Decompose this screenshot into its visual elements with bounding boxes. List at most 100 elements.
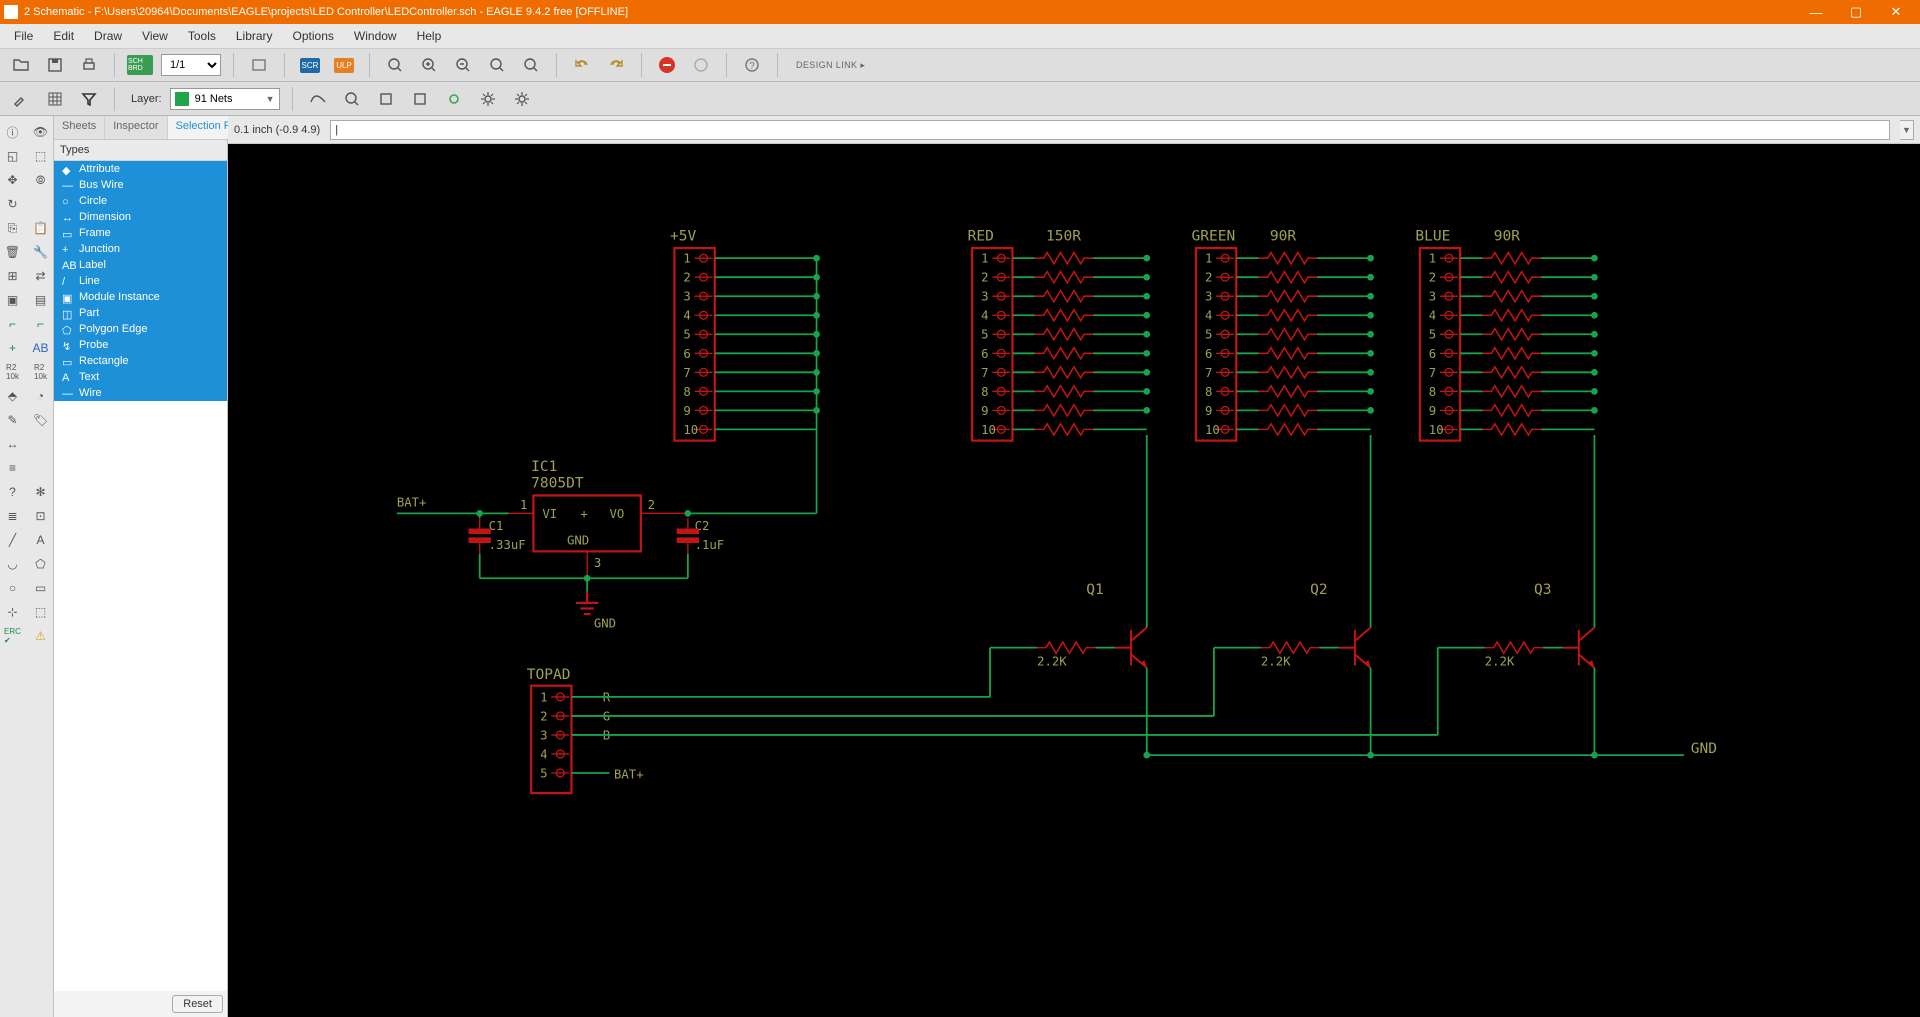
save-button[interactable] <box>42 52 68 78</box>
menu-options[interactable]: Options <box>283 26 344 46</box>
hole-tool[interactable]: ⬚ <box>28 601 54 623</box>
sch-brd-button[interactable]: SCH BRD <box>127 52 153 78</box>
menu-help[interactable]: Help <box>407 26 452 46</box>
zoom-select-button[interactable] <box>518 52 544 78</box>
copy-tool[interactable]: ⎘ <box>0 217 26 239</box>
type-part[interactable]: ◫Part <box>54 305 227 321</box>
type-module[interactable]: ▣Module Instance <box>54 289 227 305</box>
pinswap-tool[interactable]: ▤ <box>28 289 54 311</box>
show-tool[interactable]: 👁 <box>28 121 54 143</box>
type-junction[interactable]: +Junction <box>54 241 227 257</box>
rect-tool[interactable]: ▭ <box>28 577 54 599</box>
optimize-tool[interactable]: ✻ <box>28 481 54 503</box>
miter-tool-2[interactable]: ◔ <box>28 385 54 407</box>
zoom-out-button[interactable] <box>450 52 476 78</box>
type-dimension[interactable]: ↔Dimension <box>54 209 227 225</box>
gateswap-tool[interactable]: ▣ <box>0 289 26 311</box>
zoom-in-button[interactable] <box>416 52 442 78</box>
delete-tool[interactable]: 🗑 <box>0 241 26 263</box>
mark-tool[interactable]: ⬚ <box>28 145 54 167</box>
reset-button[interactable]: Reset <box>172 995 223 1013</box>
go-button[interactable] <box>688 52 714 78</box>
wirestyle-button[interactable] <box>305 86 331 112</box>
layer-dropdown[interactable]: 91 Nets ▼ <box>170 88 280 110</box>
line-tool[interactable]: ╱ <box>0 529 26 551</box>
tab-inspector[interactable]: Inspector <box>105 116 167 139</box>
undo-button[interactable] <box>569 52 595 78</box>
scr-button[interactable]: SCR <box>297 52 323 78</box>
info-tool[interactable]: ⓘ <box>0 121 26 143</box>
schematic-canvas[interactable]: +5V 12345678910 RED150R12345678910GREEN9… <box>228 144 1920 1017</box>
tab-sheets[interactable]: Sheets <box>54 116 105 139</box>
zoom-redraw-button[interactable] <box>484 52 510 78</box>
gear2-button[interactable] <box>509 86 535 112</box>
blank3-tool[interactable] <box>28 457 54 479</box>
menu-window[interactable]: Window <box>344 26 407 46</box>
ic2-button[interactable] <box>407 86 433 112</box>
menu-file[interactable]: File <box>4 26 43 46</box>
add-tool[interactable]: ⊞ <box>0 265 26 287</box>
erc-tool[interactable]: ERC✔ <box>0 625 26 647</box>
type-circle[interactable]: ○Circle <box>54 193 227 209</box>
menu-draw[interactable]: Draw <box>84 26 132 46</box>
menu-library[interactable]: Library <box>226 26 283 46</box>
module-tool[interactable]: ⊡ <box>28 505 54 527</box>
type-label[interactable]: ABLabel <box>54 257 227 273</box>
designlink-button[interactable]: DESIGN LINK ▸ <box>790 52 871 78</box>
group-tool-button[interactable] <box>8 86 34 112</box>
print-button[interactable] <box>76 52 102 78</box>
name-tool[interactable]: R210k <box>28 361 54 383</box>
menu-edit[interactable]: Edit <box>43 26 84 46</box>
type-buswire[interactable]: —Bus Wire <box>54 177 227 193</box>
filter-button[interactable] <box>76 86 102 112</box>
errors-tool[interactable]: ≣ <box>0 505 26 527</box>
library-button[interactable] <box>246 52 272 78</box>
circle-tool[interactable]: ○ <box>0 577 26 599</box>
menu-view[interactable]: View <box>132 26 178 46</box>
netclass-button[interactable] <box>441 86 467 112</box>
open-button[interactable] <box>8 52 34 78</box>
ic-button[interactable] <box>373 86 399 112</box>
sheet-dropdown[interactable]: 1/1 <box>161 54 221 76</box>
split-tool[interactable]: ≡ <box>0 457 26 479</box>
rotate-tool[interactable]: ↻ <box>0 193 26 215</box>
type-frame[interactable]: ▭Frame <box>54 225 227 241</box>
help-button[interactable]: ? <box>739 52 765 78</box>
ulp-button[interactable]: ULP <box>331 52 357 78</box>
label-tool[interactable]: AB <box>28 337 54 359</box>
paste-tool[interactable]: 📋 <box>28 217 54 239</box>
arc-tool[interactable]: ◡ <box>0 553 26 575</box>
text-tool[interactable]: A <box>28 529 54 551</box>
frame-tool[interactable]: ⊹ <box>0 601 26 623</box>
stop-button[interactable] <box>654 52 680 78</box>
gear-button[interactable] <box>475 86 501 112</box>
command-history-dropdown[interactable]: ▼ <box>1900 120 1914 140</box>
grid-button[interactable] <box>42 86 68 112</box>
move-tool[interactable]: ✥ <box>0 169 26 191</box>
redo-button[interactable] <box>603 52 629 78</box>
dimension-tool[interactable]: ↔ <box>0 433 26 455</box>
type-attribute[interactable]: ◆Attribute <box>54 161 227 177</box>
blank2-tool[interactable] <box>28 433 54 455</box>
type-polyedge[interactable]: ⬠Polygon Edge <box>54 321 227 337</box>
mirror-tool[interactable]: ⦾ <box>28 169 54 191</box>
miter-button[interactable] <box>339 86 365 112</box>
type-probe[interactable]: ↯Probe <box>54 337 227 353</box>
value-tool[interactable]: R210k <box>0 361 26 383</box>
junction-tool[interactable]: + <box>0 337 26 359</box>
zoom-fit-button[interactable] <box>382 52 408 78</box>
blank-tool[interactable] <box>28 193 54 215</box>
display-tool[interactable]: ◱ <box>0 145 26 167</box>
bus-tool[interactable]: ⌐ <box>28 313 54 335</box>
command-input[interactable] <box>330 120 1890 140</box>
close-button[interactable]: ✕ <box>1876 0 1916 24</box>
paint-tool[interactable]: ✎ <box>0 409 26 431</box>
replace-tool[interactable]: ⇄ <box>28 265 54 287</box>
maximize-button[interactable]: ▢ <box>1836 0 1876 24</box>
polygon-tool[interactable]: ⬠ <box>28 553 54 575</box>
menu-tools[interactable]: Tools <box>178 26 226 46</box>
attr-tool[interactable]: 🏷 <box>28 409 54 431</box>
type-rectangle[interactable]: ▭Rectangle <box>54 353 227 369</box>
minimize-button[interactable]: — <box>1796 0 1836 24</box>
change-tool[interactable]: 🔧 <box>28 241 54 263</box>
